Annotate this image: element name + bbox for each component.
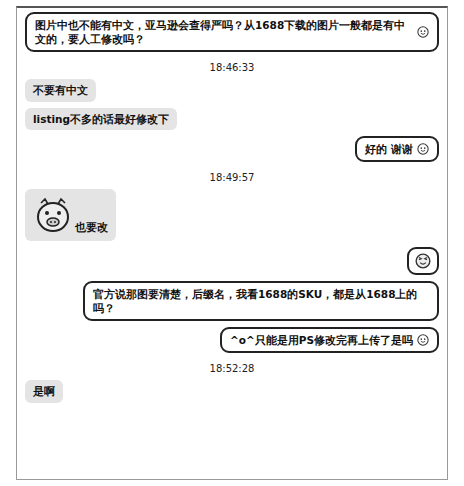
- timestamp: 18:52:28: [210, 359, 255, 374]
- chat-history: 图片中也不能有中文，亚马逊会查得严吗？从1688下载的图片一般都是有中文的，要人…: [16, 6, 448, 480]
- chat-window: 图片中也不能有中文，亚马逊会查得严吗？从1688下载的图片一般都是有中文的，要人…: [0, 0, 464, 486]
- smiley-icon: [415, 253, 431, 269]
- timestamp: 18:46:33: [210, 58, 255, 73]
- message-bubble: listing不多的话最好修改下: [25, 108, 177, 130]
- message-bubble: 是啊: [25, 380, 63, 402]
- message-bubble: ^o^只能是用PS修改完再上传了是吗: [220, 327, 439, 353]
- message-bubble: 好的 谢谢: [355, 136, 439, 162]
- message-bubble: 官方说那图要清楚，后缀名，我看1688的SKU，都是从1688上的吗？: [83, 281, 439, 321]
- sticker-message: 也要改: [25, 189, 116, 241]
- smiley-icon: [417, 334, 429, 346]
- pig-face-icon: [33, 195, 73, 235]
- timestamp: 18:49:57: [210, 168, 255, 183]
- message-bubble: 不要有中文: [25, 79, 96, 101]
- message-bubble: 图片中也不能有中文，亚马逊会查得严吗？从1688下载的图片一般都是有中文的，要人…: [25, 12, 439, 52]
- emoji-message: [407, 247, 439, 275]
- smiley-icon: [417, 26, 429, 38]
- smiley-icon: [417, 143, 429, 155]
